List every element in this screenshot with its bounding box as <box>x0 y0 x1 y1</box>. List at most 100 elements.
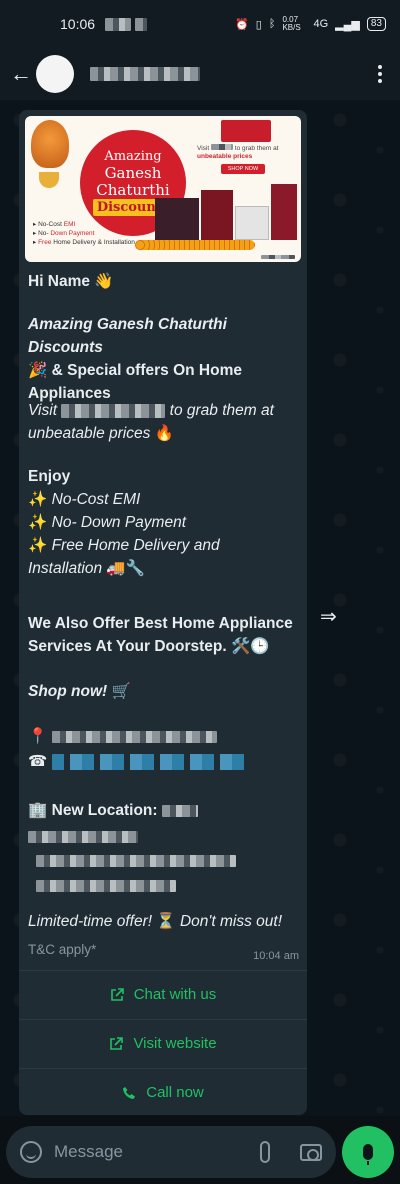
ganesh-image <box>31 120 69 168</box>
party-popper-icon: 🎉 <box>28 361 48 379</box>
promo-banner-image[interactable]: Amazing Ganesh Chaturthi Discounts Visit… <box>25 116 301 262</box>
website-redacted <box>61 403 166 418</box>
network-type: 4G <box>313 18 329 30</box>
chat-header: ← <box>0 48 400 100</box>
visit-website-label: Visit website <box>133 1035 217 1052</box>
alarm-icon: ⏰ <box>235 18 249 31</box>
banner-perks: ▸ No-Cost EMI ▸ No- Down Payment ▸ Free … <box>33 221 135 246</box>
greeting: Hi Name 👋 <box>28 270 298 293</box>
shop-now-text: Shop now! <box>28 683 108 700</box>
contact-name-redacted[interactable] <box>90 67 200 81</box>
limited-offer-line: Limited-time offer! ⏳ Don't miss out! <box>28 910 298 933</box>
location-redacted <box>28 830 138 843</box>
location-line2 <box>28 825 298 848</box>
visit-line2: unbeatable prices <box>28 425 151 442</box>
banner-line2: Ganesh <box>104 164 162 182</box>
headline-rest: & Special offers On Home Appliances <box>28 362 242 402</box>
chat-with-us-label: Chat with us <box>133 986 217 1003</box>
message-composer: Message <box>6 1126 336 1178</box>
mic-button[interactable] <box>342 1126 394 1178</box>
forward-icon[interactable]: ⇒ <box>320 604 348 628</box>
shop-now-line: Shop now! 🛒 <box>28 680 298 703</box>
address-redacted <box>51 730 217 743</box>
banner-url-redacted <box>210 144 233 150</box>
perk-no-down-payment: No- Down Payment <box>51 514 187 531</box>
new-location-line: 🏢 New Location: <box>28 799 298 822</box>
phone-redacted <box>51 753 248 770</box>
marigold-garland-image <box>135 240 255 250</box>
new-location-heading: New Location: <box>51 802 158 819</box>
banner-perk3-a: Free <box>38 239 54 246</box>
cart-icon: 🛒 <box>111 682 131 700</box>
location-redacted <box>36 854 236 867</box>
tv-image <box>221 120 271 142</box>
chat-with-us-button[interactable]: Chat with us <box>19 970 307 1018</box>
contact-avatar[interactable] <box>36 55 74 93</box>
pin-icon: 📍 <box>28 727 48 745</box>
dont-miss-text: Don't miss out! <box>179 913 283 930</box>
back-arrow-icon[interactable]: ← <box>10 61 36 87</box>
banner-visit-rest: to grab them at <box>232 145 279 152</box>
enjoy-section: Enjoy ✨ No-Cost EMI ✨ No- Down Payment ✨… <box>28 465 298 580</box>
message-bubble[interactable]: Amazing Ganesh Chaturthi Discounts Visit… <box>19 110 307 1115</box>
appliance-image <box>155 198 199 242</box>
status-bar: 10:06 ⏰ ▯ ᛒ 0.07 KB/S 4G ▂▄▆ 83 <box>0 0 400 48</box>
status-icons: ⏰ ▯ ᛒ 0.07 KB/S 4G ▂▄▆ 83 <box>235 16 386 32</box>
banner-unbeatable: unbeatable prices <box>197 153 253 160</box>
phone-call-icon <box>122 1086 136 1100</box>
building-icon: 🏢 <box>28 801 48 819</box>
visit-line: Visit to grab them at unbeatable prices … <box>28 399 298 445</box>
mic-icon <box>363 1144 373 1165</box>
appliance-image <box>235 206 269 240</box>
sparkles-icon: ✨ <box>28 513 48 531</box>
phone-line: ☎ <box>28 750 298 773</box>
call-now-button[interactable]: Call now <box>19 1068 307 1115</box>
phone-icon: ☎ <box>28 752 48 770</box>
hourglass-icon: ⏳ <box>156 912 176 930</box>
notification-icons-redacted <box>105 17 132 31</box>
terms-text: T&C apply* <box>28 942 97 957</box>
perk-free-delivery: Free Home Delivery and <box>51 537 220 554</box>
banner-visit-prefix: Visit <box>197 145 211 152</box>
sparkles-icon: ✨ <box>28 490 48 508</box>
lamp-image <box>39 172 59 188</box>
address-line: 📍 <box>28 725 298 748</box>
banner-perk3-b: Home Delivery & Installation <box>53 239 135 246</box>
battery-icon: 83 <box>366 17 386 31</box>
external-link-icon <box>110 987 124 1002</box>
attach-icon[interactable] <box>260 1141 270 1163</box>
more-options-icon[interactable] <box>370 65 390 83</box>
location-line3 <box>28 849 298 872</box>
limited-offer-text: Limited-time offer! <box>28 913 153 930</box>
appliance-image <box>271 184 297 240</box>
greeting-text: Hi Name <box>28 273 91 290</box>
net-speed: 0.07 KB/S <box>282 15 301 32</box>
message-input[interactable]: Message <box>54 1142 123 1162</box>
external-link-icon <box>109 1036 124 1051</box>
visit-website-button[interactable]: Visit website <box>19 1019 307 1067</box>
camera-icon[interactable] <box>300 1143 322 1161</box>
vibrate-icon: ▯ <box>255 18 262 31</box>
location-line4 <box>28 874 298 897</box>
headline-italic: Amazing Ganesh Chaturthi Discounts <box>28 316 227 356</box>
call-now-label: Call now <box>146 1084 204 1101</box>
notification-icon-redacted <box>135 17 148 31</box>
banner-visit-text: Visit to grab them at unbeatable prices <box>197 144 283 161</box>
signal-icon: ▂▄▆ <box>335 18 360 31</box>
perk-no-cost-emi: No-Cost EMI <box>51 491 141 508</box>
message-timestamp: 10:04 am <box>253 950 299 962</box>
location-redacted <box>161 804 198 817</box>
banner-line1: Amazing <box>104 149 162 164</box>
emoji-icon[interactable] <box>20 1141 42 1163</box>
perk-installation: Installation <box>28 560 103 577</box>
status-time: 10:06 <box>60 16 96 32</box>
services-line: We Also Offer Best Home Appliance Servic… <box>28 612 298 658</box>
banner-line3: Chaturthi <box>96 181 170 199</box>
tools-clock-icon: 🛠️🕒 <box>231 637 270 655</box>
banner-perk2-a: No- <box>38 230 51 237</box>
headline: Amazing Ganesh Chaturthi Discounts 🎉 & S… <box>28 313 298 405</box>
visit-suffix: to grab them at <box>169 402 274 419</box>
banner-perk2-b: Down Payment <box>50 230 95 237</box>
wave-icon: 👋 <box>94 272 114 290</box>
banner-website-redacted <box>261 255 295 259</box>
